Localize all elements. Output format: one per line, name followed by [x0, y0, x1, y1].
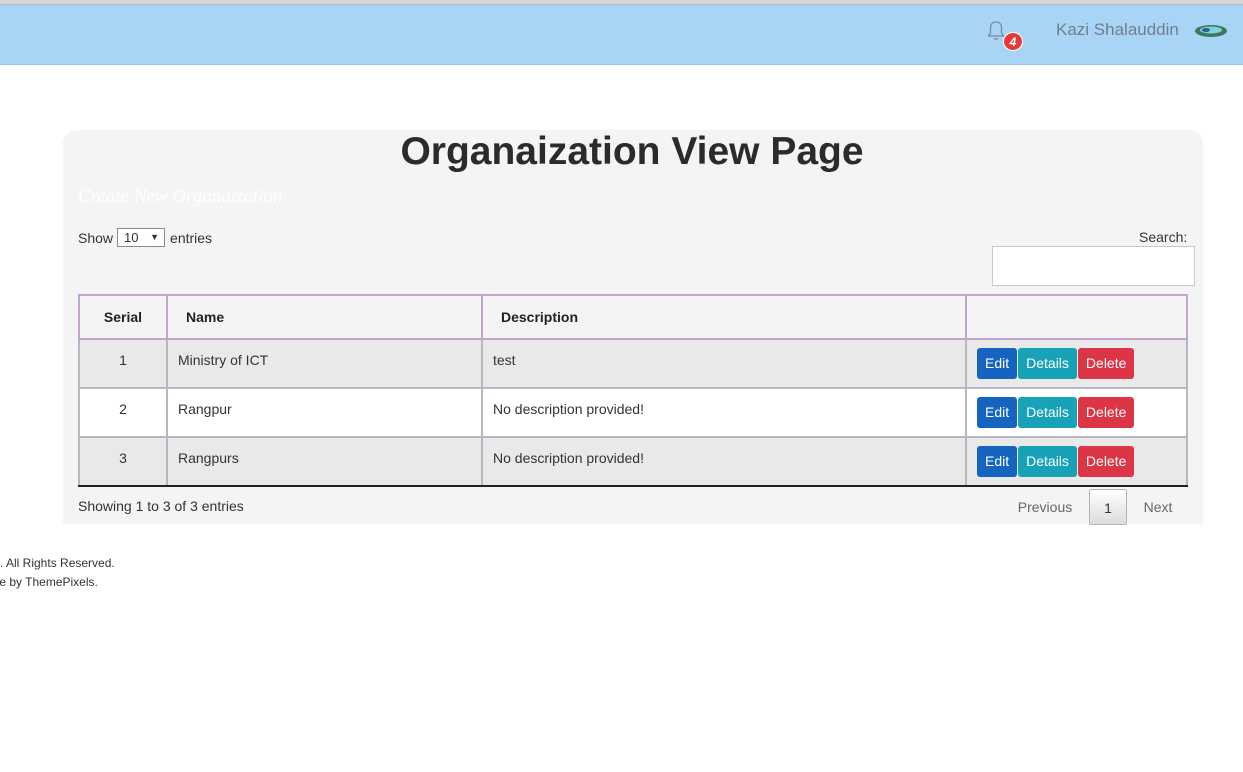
cell-actions: Edit Details Delete	[965, 387, 1188, 438]
cell-actions: Edit Details Delete	[965, 338, 1188, 389]
user-name[interactable]: Kazi Shalauddin	[1056, 20, 1179, 40]
table-info: Showing 1 to 3 of 3 entries	[78, 498, 244, 514]
avatar[interactable]	[1194, 24, 1228, 38]
column-header-description[interactable]: Description	[481, 294, 967, 340]
create-organization-link[interactable]: Create New Organaization	[78, 186, 282, 208]
column-header-actions	[965, 294, 1188, 340]
cell-name: Ministry of ICT	[166, 338, 483, 389]
details-button[interactable]: Details	[1018, 348, 1077, 379]
search-input[interactable]	[992, 246, 1195, 286]
page-length-control: Show 10 ▼ entries	[78, 228, 212, 247]
next-page-button[interactable]: Next	[1134, 489, 1182, 525]
cell-serial: 3	[78, 436, 168, 487]
page-length-value: 10	[124, 230, 139, 245]
select-arrow-icon: ▼	[150, 232, 160, 242]
column-header-name[interactable]: Name	[166, 294, 483, 340]
cell-serial: 2	[78, 387, 168, 438]
notification-badge[interactable]: 4	[1003, 32, 1023, 51]
search-label: Search:	[1139, 229, 1188, 245]
cell-description: test	[481, 338, 967, 389]
table-row: 1 Ministry of ICT test Edit Details Delete	[78, 338, 1188, 389]
table-row: 3 Rangpurs No description provided! Edit…	[78, 436, 1188, 487]
cell-serial: 1	[78, 338, 168, 389]
previous-page-button[interactable]: Previous	[1008, 489, 1082, 525]
page-1-button[interactable]: 1	[1089, 489, 1127, 525]
cell-description: No description provided!	[481, 387, 967, 438]
details-button[interactable]: Details	[1018, 446, 1077, 477]
edit-button[interactable]: Edit	[977, 348, 1018, 379]
edit-button[interactable]: Edit	[977, 446, 1018, 477]
table-row: 2 Rangpur No description provided! Edit D…	[78, 387, 1188, 438]
page-title: Organaization View Page	[400, 130, 864, 173]
column-header-serial[interactable]: Serial	[78, 294, 168, 340]
details-button[interactable]: Details	[1018, 397, 1077, 428]
entries-label: entries	[170, 229, 213, 246]
footer-rights: . All Rights Reserved.	[0, 556, 115, 570]
footer-credit: ade by ThemePixels.	[0, 575, 98, 589]
cell-name: Rangpur	[166, 387, 483, 438]
organization-table: Serial Name Description 1 Ministry of IC…	[78, 294, 1188, 487]
delete-button[interactable]: Delete	[1077, 446, 1135, 477]
table-header-row: Serial Name Description	[78, 294, 1188, 340]
edit-button[interactable]: Edit	[977, 397, 1018, 428]
show-label: Show	[78, 229, 114, 246]
cell-description: No description provided!	[481, 436, 967, 487]
page-length-select[interactable]: 10 ▼	[117, 228, 166, 247]
delete-button[interactable]: Delete	[1077, 348, 1135, 379]
cell-actions: Edit Details Delete	[965, 436, 1188, 487]
cell-name: Rangpurs	[166, 436, 483, 487]
delete-button[interactable]: Delete	[1077, 397, 1135, 428]
